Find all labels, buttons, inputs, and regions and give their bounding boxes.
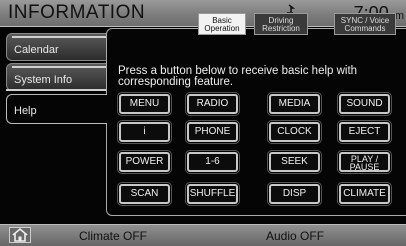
sidebar-item-help[interactable]: Help xyxy=(6,94,107,124)
footer-bar xyxy=(0,224,406,246)
help-button-media[interactable]: MEDIA xyxy=(267,92,322,116)
help-button-sound[interactable]: SOUND xyxy=(337,92,392,116)
help-button-scan[interactable]: SCAN xyxy=(117,182,172,206)
help-button-info[interactable]: i xyxy=(117,120,172,144)
help-button-radio[interactable]: RADIO xyxy=(185,92,240,116)
help-button-menu[interactable]: MENU xyxy=(117,92,172,116)
audio-status[interactable]: Audio OFF xyxy=(266,229,324,243)
help-button-power[interactable]: POWER xyxy=(117,150,172,174)
tab-label: Basic Operation xyxy=(204,16,240,33)
sidebar-item-system-info[interactable]: System Info xyxy=(6,63,107,91)
sidebar-item-label: Calendar xyxy=(14,44,59,56)
tab-label: Driving Restriction xyxy=(262,16,300,33)
help-button-presets[interactable]: 1-6 xyxy=(185,150,240,174)
help-button-play-pause[interactable]: PLAY / PAUSE xyxy=(337,150,392,174)
help-button-eject[interactable]: EJECT xyxy=(337,120,392,144)
screen: INFORMATION 7:00am Calendar System Info … xyxy=(0,0,406,246)
sidebar-item-label: System Info xyxy=(14,74,73,86)
help-button-seek[interactable]: SEEK xyxy=(267,150,322,174)
help-button-shuffle[interactable]: SHUFFLE xyxy=(185,182,240,206)
sidebar-item-calendar[interactable]: Calendar xyxy=(6,33,107,61)
help-button-disp[interactable]: DISP xyxy=(267,182,322,206)
tab-driving-restriction[interactable]: Driving Restriction xyxy=(254,13,308,35)
climate-status[interactable]: Climate OFF xyxy=(79,229,147,243)
tab-sync-voice-commands[interactable]: SYNC / Voice Commands xyxy=(334,13,396,35)
help-button-phone[interactable]: PHONE xyxy=(185,120,240,144)
page-title: INFORMATION xyxy=(8,2,146,23)
sidebar-item-label: Help xyxy=(14,105,37,117)
instructions-text: Press a button below to receive basic he… xyxy=(118,65,358,88)
divider xyxy=(6,89,107,91)
help-button-climate[interactable]: CLIMATE xyxy=(337,182,392,206)
help-button-clock[interactable]: CLOCK xyxy=(267,120,322,144)
tab-label: SYNC / Voice Commands xyxy=(340,16,390,33)
home-icon[interactable] xyxy=(9,227,31,243)
tab-basic-operation[interactable]: Basic Operation xyxy=(198,13,246,35)
